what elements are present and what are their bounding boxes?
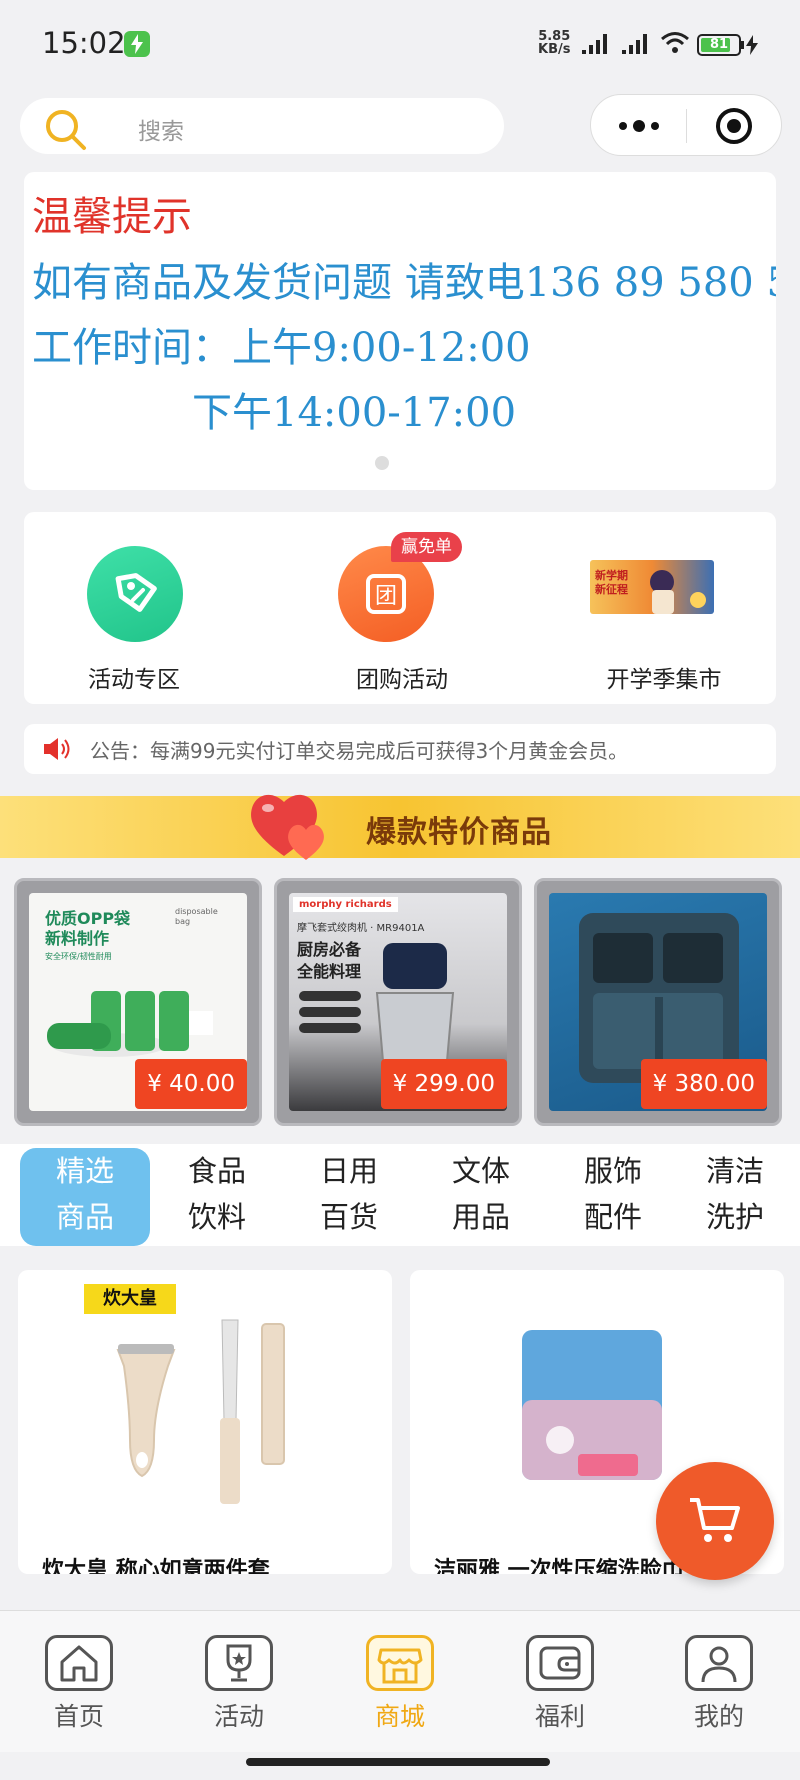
home-indicator[interactable]	[246, 1758, 550, 1766]
search-placeholder: 搜索	[138, 119, 184, 145]
hot-product-card[interactable]: 优质OPP袋 新料制作 disposable bag 安全环保/韧性耐用 ¥ 4…	[14, 878, 262, 1126]
banner-contact: 如有商品及发货问题 请致电136 89 580 580	[32, 260, 776, 306]
svg-text:团: 团	[375, 584, 397, 609]
status-bar: 15:02 5.85 KB/s 81	[0, 0, 800, 88]
quick-entry-label: 活动专区	[88, 667, 180, 693]
tab-label: 首页	[53, 1702, 104, 1731]
store-icon	[366, 1635, 434, 1691]
charging-bolt-icon	[746, 35, 758, 55]
tab-activity[interactable]: 活动	[184, 1635, 294, 1745]
tab-benefits[interactable]: 福利	[505, 1635, 615, 1745]
hot-deals-title: 爆款特价商品	[366, 815, 552, 850]
tab-label: 福利	[534, 1702, 585, 1731]
user-icon	[685, 1635, 753, 1691]
quick-entry-card: 活动专区 团 团购活动 赢免单 新学期 新征程 开学季集市	[24, 512, 776, 704]
banner-title: 温馨提示	[32, 194, 192, 240]
search-input[interactable]: 搜索	[20, 98, 504, 154]
cart-icon	[690, 1498, 740, 1542]
category-tab-food[interactable]: 食品 饮料	[152, 1148, 282, 1246]
signal-icon	[622, 34, 647, 54]
banner-hours-morning: 工作时间：上午9:00-12:00	[32, 325, 531, 371]
tab-profile[interactable]: 我的	[664, 1635, 774, 1745]
battery-level: 81	[709, 37, 729, 52]
network-speed: 5.85 KB/s	[538, 29, 571, 57]
banner-pagination-dot	[375, 456, 389, 470]
heart-icon	[251, 794, 324, 860]
price-tag: ¥ 299.00	[380, 1059, 507, 1109]
price-tag: ¥ 40.00	[135, 1059, 247, 1109]
status-time: 15:02	[42, 26, 126, 60]
quick-entry-label: 团购活动	[356, 667, 448, 693]
hot-product-card[interactable]: ¥ 380.00	[534, 878, 782, 1126]
close-mini-program-button[interactable]	[716, 108, 752, 144]
tab-label: 我的	[693, 1702, 744, 1731]
category-tab-daily-goods[interactable]: 日用 百货	[284, 1148, 414, 1246]
charging-icon	[124, 31, 150, 57]
category-tabs: 精选 商品 食品 饮料 日用 百货 文体 用品 服饰 配件 清洁 洗护	[0, 1144, 800, 1246]
quick-entry-back-to-school-label[interactable]: 开学季集市	[540, 660, 788, 694]
quick-entry-activity-zone[interactable]: 活动专区	[24, 512, 274, 704]
back-to-school-poster: 新学期 新征程	[590, 560, 714, 614]
product-title: 炊大皇 称心如意两件套	[42, 1558, 270, 1574]
category-tab-stationery[interactable]: 文体 用品	[416, 1148, 546, 1246]
wallet-icon	[526, 1635, 594, 1691]
home-icon	[45, 1635, 113, 1691]
tab-mall[interactable]: 商城	[345, 1635, 455, 1745]
battery-cap	[741, 41, 744, 49]
trophy-icon	[205, 1635, 273, 1691]
category-tab-featured[interactable]: 精选 商品	[20, 1148, 150, 1246]
banner-hours-afternoon: 下午14:00-17:00	[192, 390, 517, 436]
signal-icon	[582, 34, 607, 54]
category-tab-cleaning[interactable]: 清洁 洗护	[680, 1148, 790, 1246]
category-tab-apparel[interactable]: 服饰 配件	[548, 1148, 678, 1246]
tab-home[interactable]: 首页	[24, 1635, 134, 1745]
hot-product-card[interactable]: morphy richards 摩飞套式绞肉机 · MR9401A 厨房必备 全…	[274, 878, 522, 1126]
product-card[interactable]: 炊大皇 炊大皇 称心如意两件套	[18, 1270, 392, 1574]
tab-label: 活动	[213, 1702, 264, 1731]
wifi-icon	[661, 32, 689, 53]
speaker-icon	[44, 738, 70, 760]
announcement-bar[interactable]: 公告：每满99元实付订单交易完成后可获得3个月黄金会员。	[24, 724, 776, 774]
product-image	[116, 1319, 285, 1504]
battery-icon: 81	[697, 34, 741, 56]
more-button[interactable]	[619, 113, 663, 139]
price-tag: ¥ 380.00	[640, 1059, 767, 1109]
search-icon	[46, 110, 86, 150]
tag-icon	[87, 546, 183, 642]
cart-button[interactable]	[656, 1462, 774, 1580]
tab-label: 商城	[374, 1702, 425, 1731]
announcement-text: 公告：每满99元实付订单交易完成后可获得3个月黄金会员。	[90, 739, 629, 763]
product-title: 洁丽雅 一次性压缩洗脸巾	[434, 1558, 684, 1574]
capsule-divider	[686, 109, 687, 143]
free-order-badge: 赢免单	[391, 532, 462, 562]
mini-program-capsule	[590, 94, 782, 156]
hot-deals-header: 爆款特价商品	[0, 796, 800, 858]
bottom-tab-bar: 首页 活动 商城 福利 我的	[0, 1610, 800, 1752]
notice-banner[interactable]: 温馨提示 如有商品及发货问题 请致电136 89 580 580 工作时间：上午…	[24, 172, 776, 490]
